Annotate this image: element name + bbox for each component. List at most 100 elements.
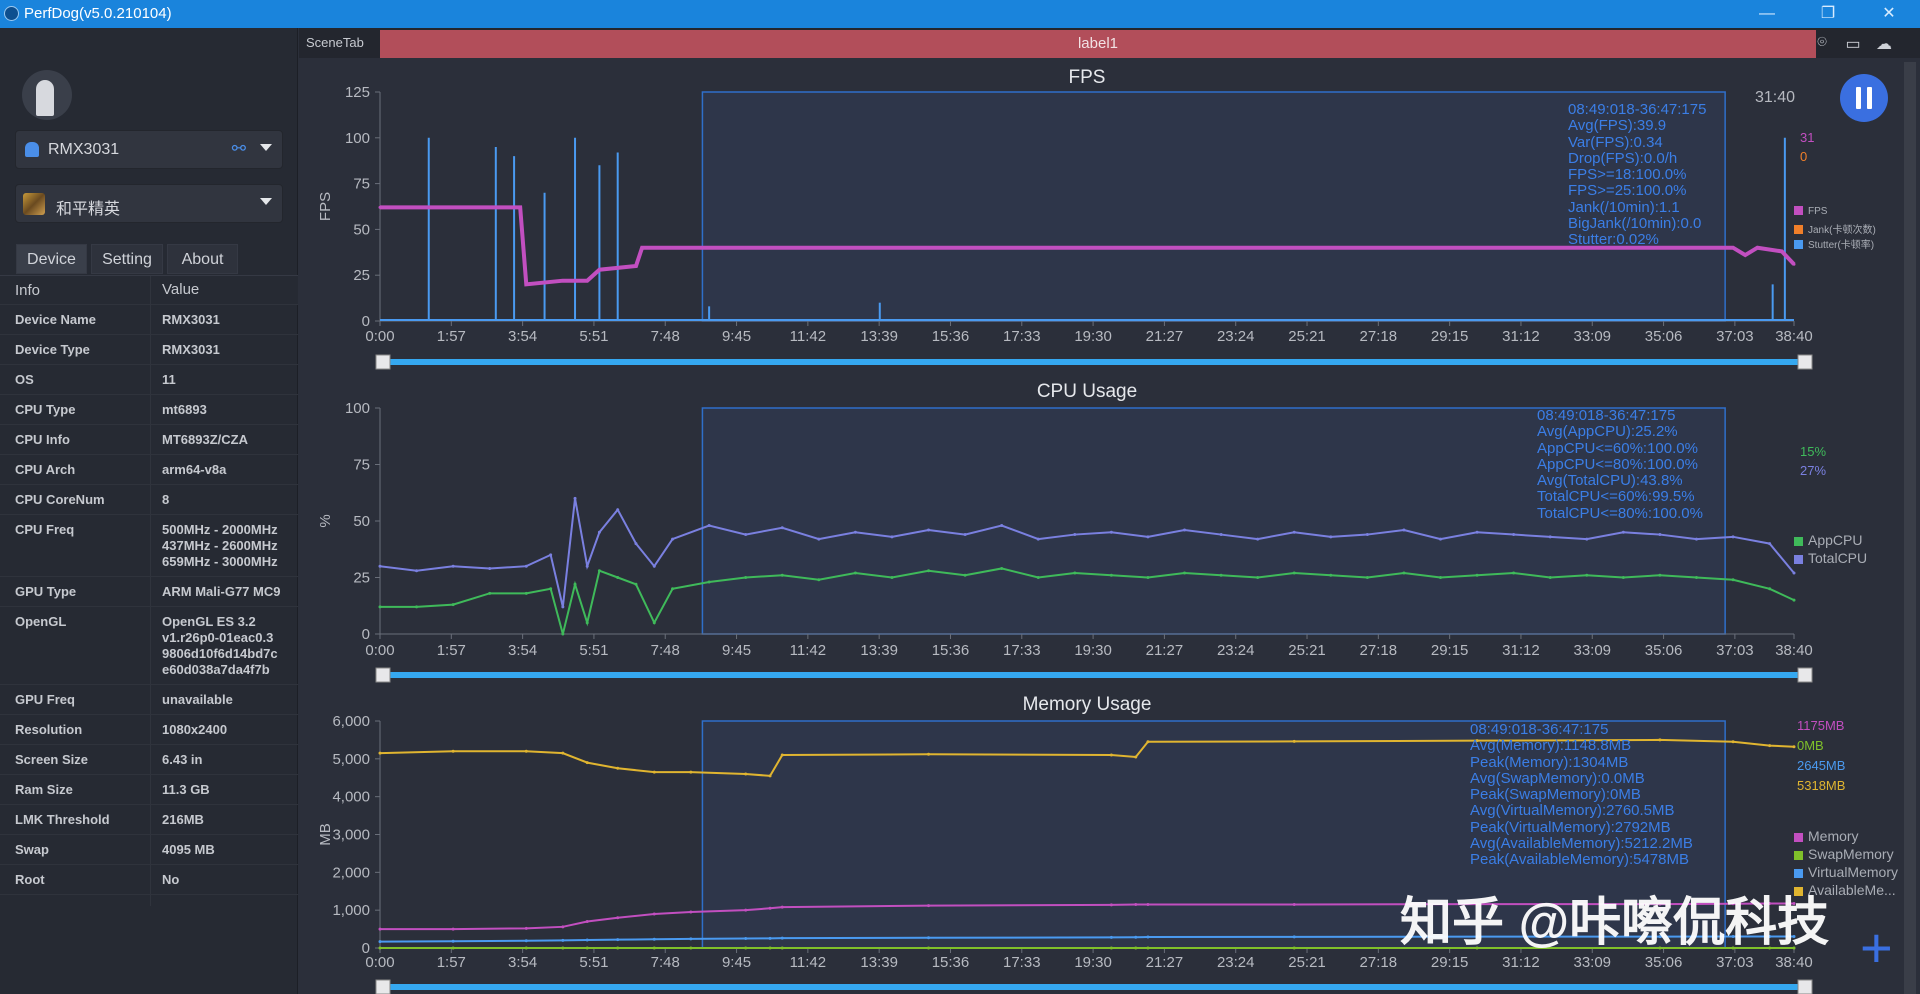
data-point bbox=[1475, 530, 1479, 534]
current-value: 27% bbox=[1800, 463, 1827, 478]
x-tick-label: 27:18 bbox=[1360, 954, 1398, 971]
stats-box: 08:49:018-36:47:175 Avg(FPS):39.9 Var(FP… bbox=[1568, 101, 1707, 249]
data-point bbox=[1694, 537, 1698, 541]
data-point bbox=[1475, 246, 1479, 250]
slider-handle[interactable] bbox=[375, 354, 391, 370]
legend-swatch bbox=[1794, 555, 1803, 564]
legend-item[interactable]: SwapMemory bbox=[1794, 846, 1894, 862]
x-tick-label: 33:09 bbox=[1573, 328, 1611, 345]
data-point bbox=[1792, 745, 1796, 749]
current-value: 2645MB bbox=[1797, 758, 1846, 773]
legend-item[interactable]: TotalCPU bbox=[1794, 550, 1867, 566]
x-tick-label: 1:57 bbox=[437, 954, 466, 971]
slider-handle[interactable] bbox=[375, 979, 391, 994]
x-tick-label: 11:42 bbox=[790, 954, 826, 971]
add-icon[interactable]: + bbox=[1860, 920, 1893, 976]
data-point bbox=[1512, 533, 1516, 537]
slider-handle[interactable] bbox=[1797, 354, 1813, 370]
y-axis-label: FPS bbox=[317, 192, 334, 221]
data-point bbox=[1134, 755, 1138, 759]
data-point bbox=[1731, 578, 1735, 582]
data-point bbox=[1621, 576, 1625, 579]
data-point bbox=[689, 770, 693, 774]
legend-label: SwapMemory bbox=[1808, 846, 1894, 862]
x-tick-label: 9:45 bbox=[722, 954, 751, 971]
data-point bbox=[768, 936, 772, 940]
slider-handle[interactable] bbox=[1797, 979, 1813, 994]
data-point bbox=[1768, 587, 1772, 591]
x-tick-label: 13:39 bbox=[860, 328, 898, 345]
data-point bbox=[1146, 740, 1150, 744]
data-point bbox=[1512, 571, 1516, 575]
slider-handle[interactable] bbox=[1797, 667, 1813, 683]
legend-item[interactable]: Memory bbox=[1794, 828, 1859, 844]
legend-item[interactable]: Stutter(卡顿率) bbox=[1794, 236, 1874, 251]
y-tick-label: 4,000 bbox=[332, 789, 370, 806]
data-point bbox=[1183, 571, 1187, 575]
data-point bbox=[1036, 537, 1040, 541]
data-point bbox=[585, 946, 589, 950]
current-value: 1175MB bbox=[1797, 718, 1845, 733]
legend-item[interactable]: VirtualMemory bbox=[1794, 864, 1898, 880]
data-point bbox=[561, 605, 565, 609]
x-tick-label: 13:39 bbox=[860, 954, 898, 971]
data-point bbox=[597, 268, 601, 272]
data-point bbox=[744, 533, 748, 537]
data-point bbox=[744, 246, 748, 250]
data-point bbox=[963, 573, 967, 577]
data-point bbox=[1365, 576, 1369, 579]
data-point bbox=[415, 205, 419, 209]
data-point bbox=[1621, 530, 1625, 534]
x-tick-label: 15:36 bbox=[932, 954, 970, 971]
data-point bbox=[1658, 533, 1662, 537]
vertical-scrollbar[interactable] bbox=[1904, 62, 1916, 994]
x-tick-label: 7:48 bbox=[651, 328, 680, 345]
x-tick-label: 33:09 bbox=[1573, 642, 1611, 659]
data-point bbox=[1292, 946, 1296, 950]
data-point bbox=[1109, 246, 1113, 250]
data-point bbox=[689, 937, 693, 941]
legend-label: VirtualMemory bbox=[1808, 864, 1898, 880]
data-point bbox=[524, 926, 528, 930]
data-point bbox=[549, 553, 553, 557]
data-point bbox=[744, 908, 748, 912]
pause-button[interactable] bbox=[1840, 74, 1888, 122]
y-tick-label: 100 bbox=[345, 130, 370, 147]
data-point bbox=[524, 946, 528, 950]
x-tick-label: 5:51 bbox=[579, 642, 608, 659]
data-point bbox=[1109, 573, 1113, 577]
data-point bbox=[927, 528, 931, 532]
x-tick-label: 35:06 bbox=[1645, 328, 1683, 345]
legend-item[interactable]: Jank(卡顿次数) bbox=[1794, 221, 1876, 236]
x-tick-label: 33:09 bbox=[1573, 954, 1611, 971]
data-point bbox=[451, 927, 455, 931]
data-point bbox=[1658, 573, 1662, 577]
x-tick-label: 27:18 bbox=[1360, 328, 1398, 345]
legend-swatch bbox=[1794, 206, 1803, 215]
slider-handle[interactable] bbox=[375, 667, 391, 683]
legend-item[interactable]: FPS bbox=[1794, 206, 1827, 217]
legend-item[interactable]: AppCPU bbox=[1794, 532, 1862, 548]
stats-box: 08:49:018-36:47:175 Avg(Memory):1148.8MB… bbox=[1470, 721, 1693, 869]
data-point bbox=[1292, 902, 1296, 906]
legend-swatch bbox=[1794, 240, 1803, 249]
data-point bbox=[488, 591, 492, 595]
data-point bbox=[768, 906, 772, 910]
data-point bbox=[707, 580, 711, 584]
data-point bbox=[1365, 533, 1369, 537]
legend-swatch bbox=[1794, 869, 1803, 878]
data-point bbox=[524, 591, 528, 595]
x-tick-label: 19:30 bbox=[1074, 642, 1112, 659]
time-range-slider bbox=[378, 359, 1810, 365]
data-point bbox=[597, 530, 601, 534]
data-point bbox=[616, 508, 620, 512]
x-tick-label: 19:30 bbox=[1074, 328, 1112, 345]
y-tick-label: 25 bbox=[353, 570, 370, 587]
x-tick-label: 21:27 bbox=[1146, 642, 1184, 659]
data-point bbox=[817, 537, 821, 541]
data-point bbox=[573, 496, 577, 500]
y-tick-label: 5,000 bbox=[332, 751, 370, 768]
legend-swatch bbox=[1794, 225, 1803, 234]
data-point bbox=[561, 279, 565, 283]
data-point bbox=[634, 264, 638, 268]
